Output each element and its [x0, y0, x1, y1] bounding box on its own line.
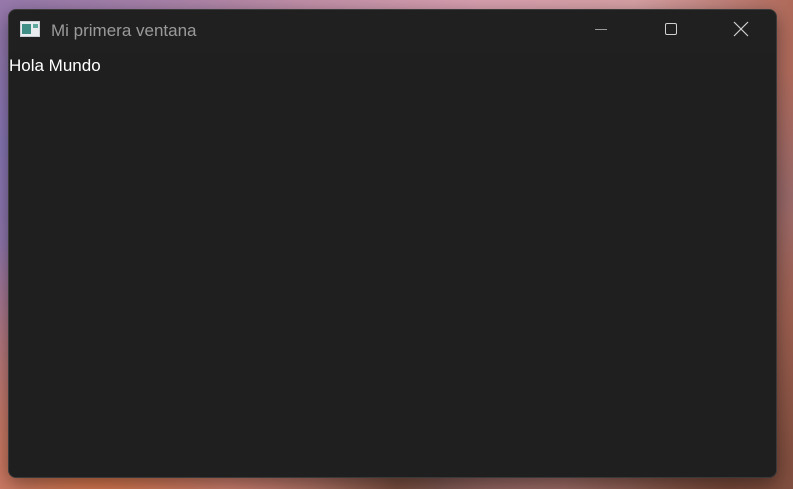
close-button[interactable]: [706, 10, 776, 52]
close-icon: [732, 20, 750, 43]
window-content: Hola Mundo: [9, 52, 776, 477]
hello-label: Hola Mundo: [9, 56, 101, 75]
title-bar[interactable]: Mi primera ventana: [9, 10, 776, 52]
window-title: Mi primera ventana: [51, 21, 197, 40]
maximize-button[interactable]: [636, 10, 706, 52]
app-window-icon: [20, 21, 40, 37]
app-window: Mi primera ventana Hola Mundo: [8, 9, 777, 478]
minimize-button[interactable]: [566, 10, 636, 52]
maximize-icon: [663, 21, 679, 42]
minimize-icon: [593, 21, 609, 42]
